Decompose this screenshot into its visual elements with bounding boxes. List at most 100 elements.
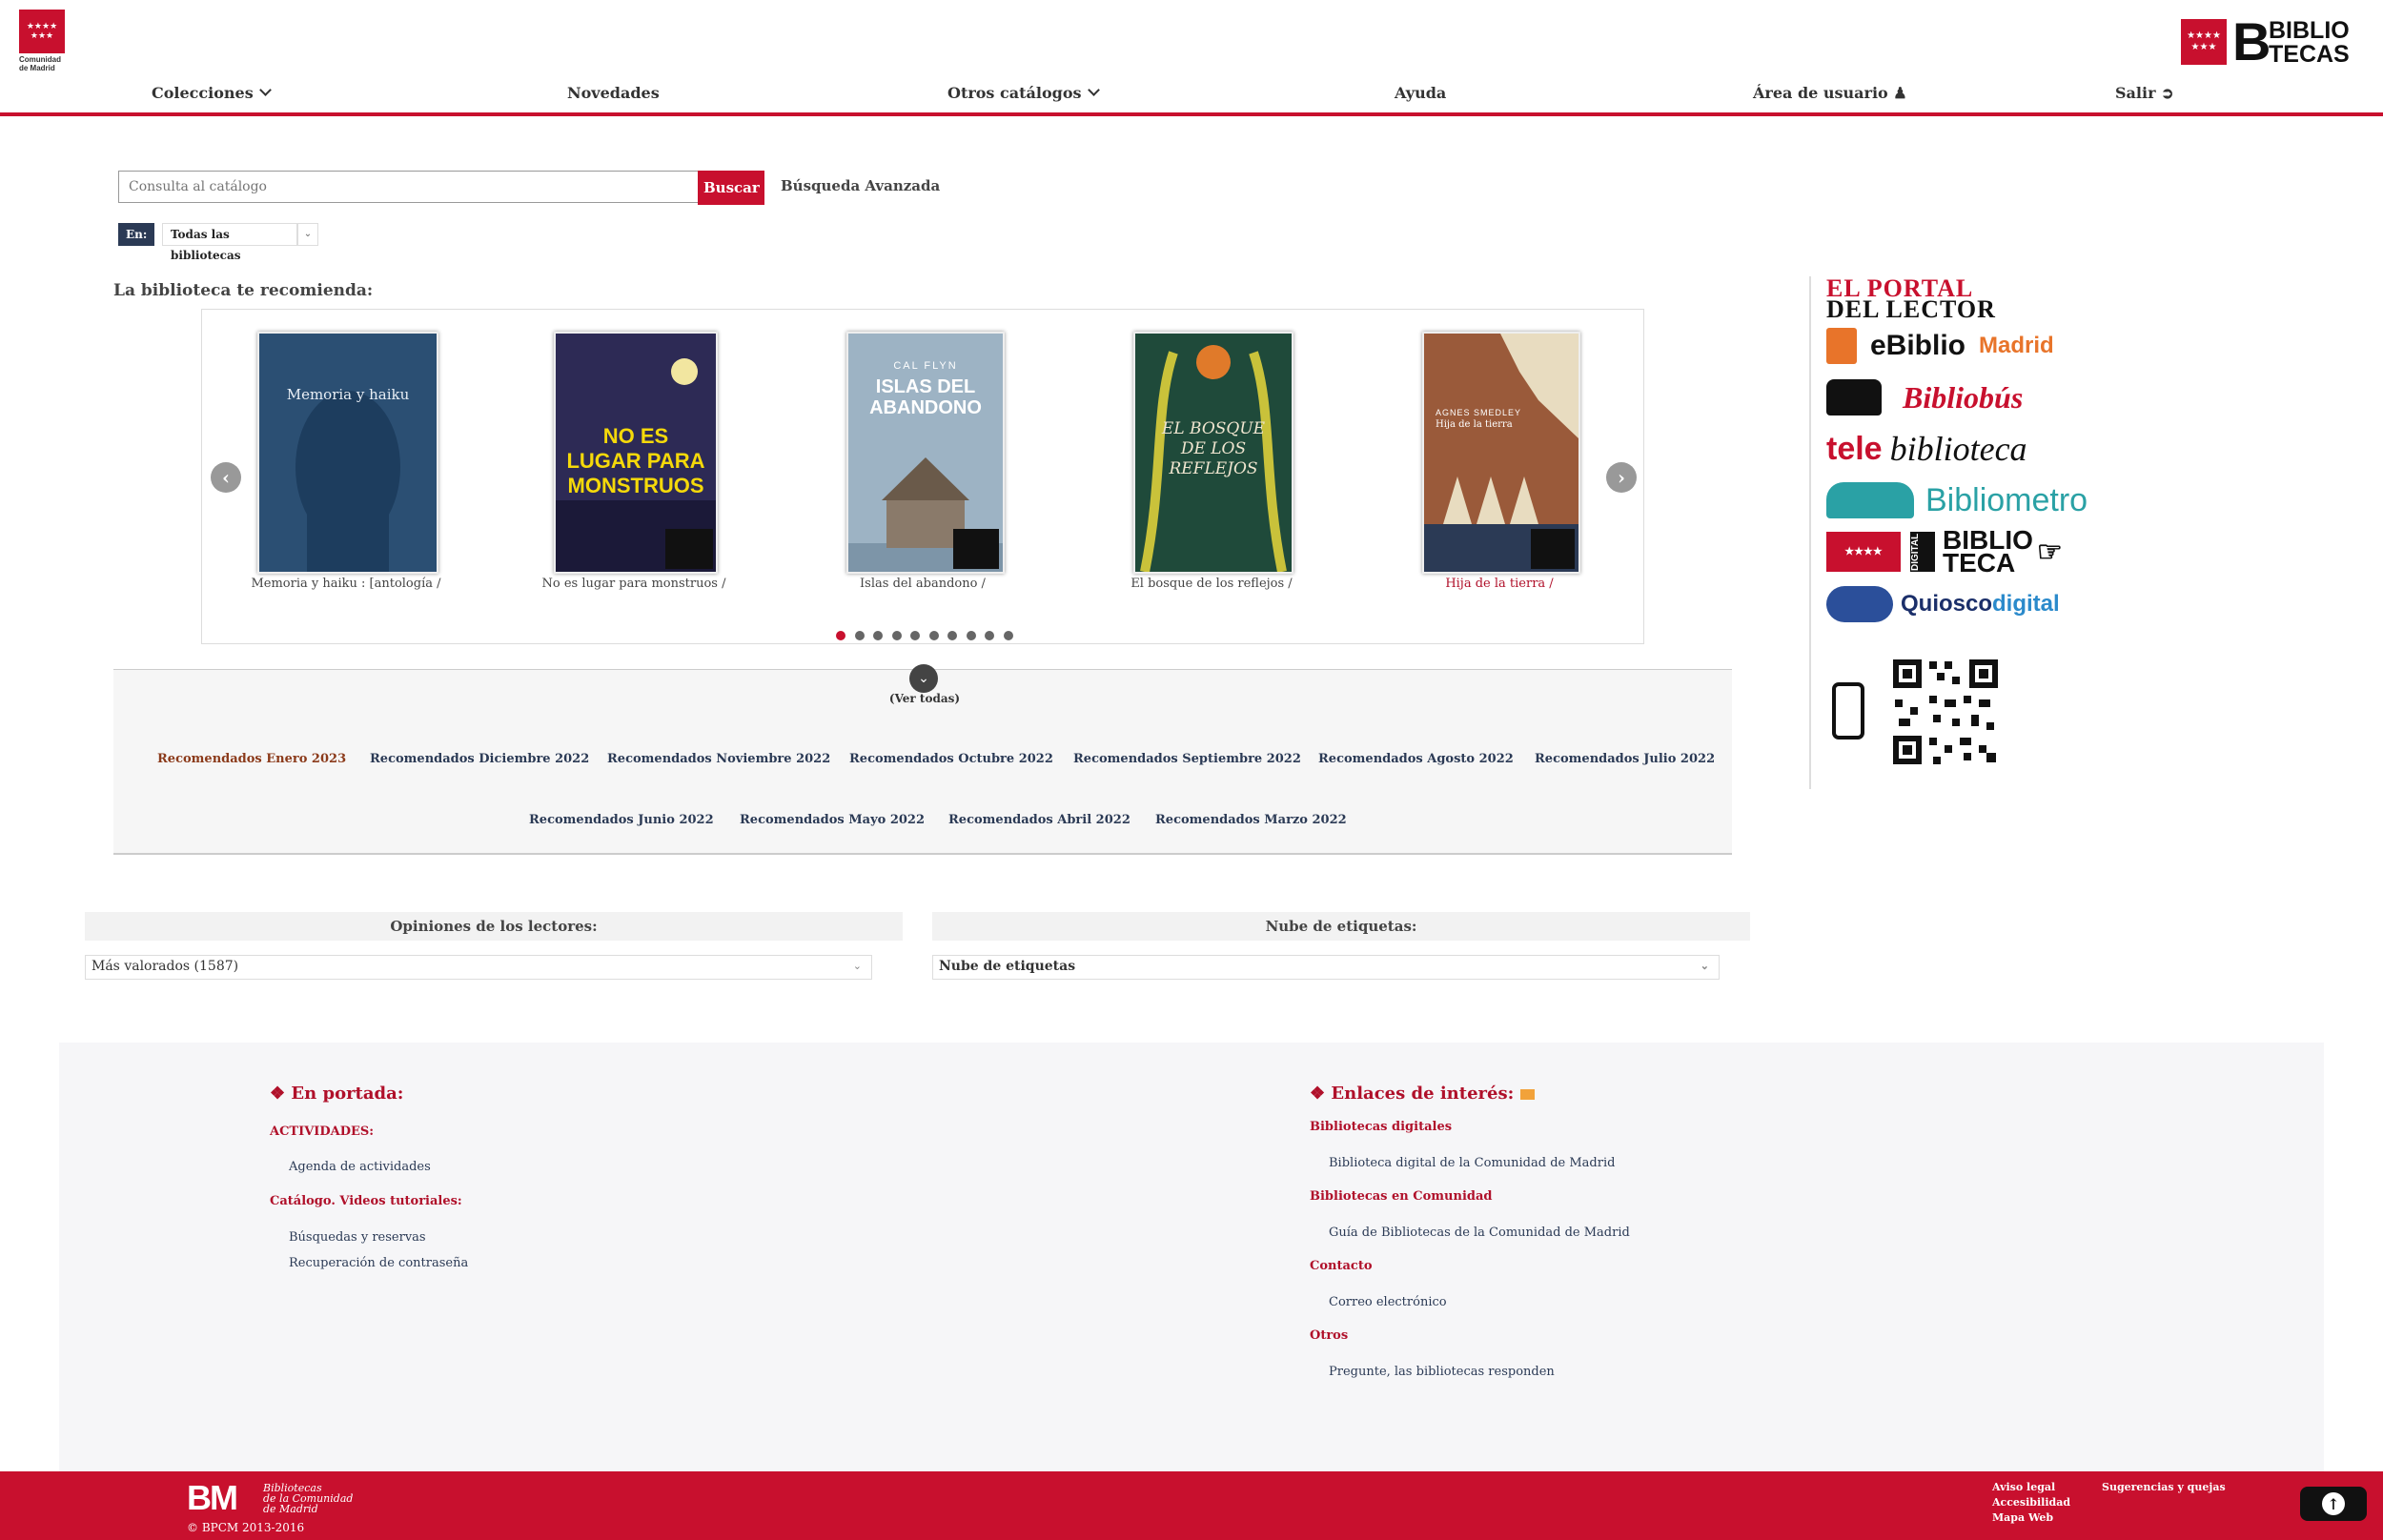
bpcm-logo-text: Bibliotecas de la Comunidad de Madrid [263,1483,353,1514]
see-all-label[interactable]: (Ver todas) [886,692,963,705]
month-link[interactable]: Recomendados Septiembre 2022 [1073,752,1301,766]
footer-link-accesibilidad[interactable]: Accesibilidad [1992,1496,2070,1509]
bibliotecas-logo[interactable]: ★★★★ ★★★ B BIBLIO TECAS [2181,15,2372,69]
scope-dropdown-toggle[interactable]: ⌄ [297,223,318,246]
see-all-toggle[interactable]: ⌄ [909,664,938,693]
book-cover-1-art [295,391,400,572]
opinions-select-value: Más valorados (1587) [92,959,239,974]
carousel-next-button[interactable]: › [1606,462,1637,493]
chevron-down-icon: ⌄ [918,671,929,686]
user-icon: ♟ [1893,84,1907,102]
carousel-dot[interactable] [947,631,957,640]
enlaces-link[interactable]: Pregunte, las bibliotecas responden [1329,1365,1555,1379]
advanced-search-link[interactable]: Búsqueda Avanzada [781,177,940,194]
enlaces-link[interactable]: Guía de Bibliotecas de la Comunidad de M… [1329,1226,1630,1240]
nav-novedades[interactable]: Novedades [567,84,660,102]
month-link[interactable]: Recomendados Mayo 2022 [740,813,925,827]
book-caption-5[interactable]: Hija de la tierra / [1375,577,1623,591]
month-link[interactable]: Recomendados Julio 2022 [1535,752,1715,766]
carousel-dot[interactable] [910,631,920,640]
search-button[interactable]: Buscar [698,171,764,205]
qr-code-icon[interactable] [1891,658,2000,766]
nav-salir-label: Salir [2115,84,2156,102]
tele-word: tele [1826,430,1883,467]
enlaces-link[interactable]: Biblioteca digital de la Comunidad de Ma… [1329,1156,1615,1170]
book-caption-2[interactable]: No es lugar para monstruos / [510,577,758,591]
tags-select[interactable]: Nube de etiquetas ⌄ [932,955,1720,980]
back-to-top-button[interactable]: ↑ [2300,1487,2367,1521]
carousel-dot[interactable] [966,631,976,640]
book-cover-5-title: Hija de la tierra [1436,419,1513,430]
carousel-dot[interactable] [891,631,902,640]
carousel-dot[interactable] [873,631,883,640]
month-link[interactable]: Recomendados Agosto 2022 [1318,752,1514,766]
nav-otros-catalogos[interactable]: Otros catálogos [947,84,1100,102]
bpcm-logo-mark: BM [187,1478,238,1517]
portada-title-text: En portada: [291,1084,404,1104]
search-input[interactable] [118,171,698,203]
enlaces-title: ❖ Enlaces de interés: [1310,1084,1535,1104]
month-link[interactable]: Recomendados Abril 2022 [948,813,1130,827]
bibliometro-banner[interactable]: Bibliometro [1826,478,2088,522]
month-link[interactable]: Recomendados Marzo 2022 [1155,813,1347,827]
book-cover-3-author: CAL FLYN [893,360,958,372]
book-cover-5-art [1424,334,1578,572]
nav-area-usuario[interactable]: Área de usuario ♟ [1753,84,1907,102]
bibliometro-word: Bibliometro [1925,481,2088,518]
portada-link[interactable]: Recuperación de contraseña [289,1256,468,1270]
footer-link-mapa-web[interactable]: Mapa Web [1992,1511,2053,1524]
month-link[interactable]: Recomendados Diciembre 2022 [370,752,589,766]
opinions-title: Opiniones de los lectores: [85,912,903,941]
metro-train-icon [1826,482,1914,518]
book-cover-4[interactable]: EL BOSQUE DE LOS REFLEJOS [1133,332,1293,574]
nav-colecciones[interactable]: Colecciones [152,84,272,102]
enlaces-section-label: Contacto [1310,1259,1373,1273]
portada-link[interactable]: Búsquedas y reservas [289,1230,426,1245]
book-cover-2[interactable]: NO ES LUGAR PARA MONSTRUOS [554,332,718,574]
carousel-dot[interactable] [928,631,939,640]
month-link[interactable]: Recomendados Noviembre 2022 [607,752,830,766]
telebiblioteca-banner[interactable]: tele biblioteca [1826,427,2027,471]
carousel-dot[interactable] [854,631,865,640]
comunidad-madrid-logo[interactable]: ★★★★ ★★★ Comunidad de Madrid [19,10,67,72]
nav-ayuda-label: Ayuda [1395,84,1447,102]
rss-icon[interactable] [1519,1088,1535,1100]
book-cover-3[interactable]: CAL FLYN ISLAS DEL ABANDONO [846,332,1005,574]
footer-link-aviso-legal[interactable]: Aviso legal [1992,1481,2055,1493]
book-caption-4[interactable]: El bosque de los reflejos / [1088,577,1335,591]
carousel-dot[interactable] [1003,631,1013,640]
logo-right-line2: TECAS [2269,41,2350,68]
book-cover-5[interactable]: AGNES SMEDLEY Hija de la tierra [1422,332,1580,574]
carousel-prev-button[interactable]: ‹ [211,462,241,493]
bibliobus-banner[interactable]: Bibliobús [1826,377,2023,417]
nav-ayuda[interactable]: Ayuda [1395,84,1446,102]
book-caption-1[interactable]: Memoria y haiku : [antología / [222,577,470,591]
biblioteca-digital-banner[interactable]: ★★★★ DIGITAL BIBLIO TECA ☞ [1826,527,2063,577]
portal-lector-banner[interactable]: EL PORTAL DEL LECTOR [1826,276,1996,322]
right-column-divider [1809,276,1811,789]
carousel-dot[interactable] [985,631,994,640]
footer-link-sugerencias[interactable]: Sugerencias y quejas [2102,1481,2226,1493]
scope-select[interactable]: Todas las bibliotecas [162,223,297,262]
copyright: © BPCM 2013-2016 [187,1521,305,1534]
portada-link[interactable]: Agenda de actividades [289,1160,431,1174]
bus-icon [1826,379,1882,415]
quiosco-digital-banner[interactable]: Quiosco digital [1826,583,2060,625]
digital-word: digital [1992,591,2060,617]
nav-salir[interactable]: Salir ➲ [2115,84,2174,102]
tags-title: Nube de etiquetas: [932,912,1750,941]
ebiblio-banner[interactable]: eBiblio Madrid [1826,326,2054,366]
carousel-dot[interactable] [836,631,845,640]
nav-otros-catalogos-label: Otros catálogos [947,84,1082,102]
month-link[interactable]: Recomendados Junio 2022 [529,813,714,827]
book-cover-1[interactable]: Memoria y haiku [257,332,438,574]
book-caption-3[interactable]: Islas del abandono / [799,577,1047,591]
enlaces-link[interactable]: Correo electrónico [1329,1295,1447,1309]
chevron-down-icon: ⌄ [852,960,862,972]
logo-left-line2: de Madrid [19,64,55,72]
scope-label: En: [118,223,155,246]
opinions-select[interactable]: Más valorados (1587) ⌄ [85,955,872,980]
month-link[interactable]: Recomendados Enero 2023 [157,752,346,766]
month-link[interactable]: Recomendados Octubre 2022 [849,752,1053,766]
book-cover-2-title: NO ES LUGAR PARA MONSTRUOS [566,424,705,497]
